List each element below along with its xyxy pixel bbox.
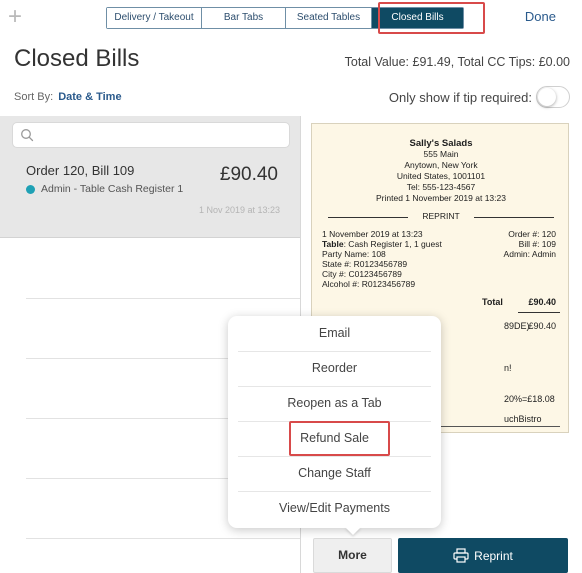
receipt-alcohol: Alcohol #: R0123456789 xyxy=(322,279,416,289)
search-bar xyxy=(0,116,300,154)
order-name: Order 120, Bill 109 xyxy=(26,163,135,178)
done-button[interactable]: Done xyxy=(525,9,556,24)
totals-summary: Total Value: £91.49, Total CC Tips: £0.0… xyxy=(344,55,570,69)
page-title: Closed Bills xyxy=(14,45,140,72)
status-dot-icon xyxy=(26,184,35,194)
receipt-order-no: Order #: 120 xyxy=(508,229,556,239)
tab-bar-tabs[interactable]: Bar Tabs xyxy=(202,8,286,28)
receipt-address2: Anytown, New York xyxy=(404,160,478,170)
menu-item-change-staff[interactable]: Change Staff xyxy=(228,456,441,491)
menu-caret xyxy=(345,527,361,535)
sort-by-value[interactable]: Date & Time xyxy=(58,91,121,103)
list-divider xyxy=(26,298,300,299)
search-input[interactable] xyxy=(12,122,290,148)
highlight-box-refund-sale xyxy=(289,421,390,456)
tip-filter-toggle[interactable] xyxy=(536,86,570,108)
receipt-reprint-banner: REPRINT xyxy=(328,211,554,223)
receipt-line-value: £90.40 xyxy=(528,321,556,331)
receipt-party: Party Name: 108 xyxy=(322,249,386,259)
receipt-admin: Admin: Admin xyxy=(503,249,556,259)
order-staff-text: Admin - Table Cash Register 1 xyxy=(41,183,184,195)
receipt-restaurant: Sally's Salads xyxy=(409,138,473,149)
add-icon[interactable]: + xyxy=(8,2,30,32)
receipt-address1: 555 Main xyxy=(423,149,459,159)
receipt-fragment-2: n! xyxy=(504,363,512,373)
order-amount: £90.40 xyxy=(219,164,278,185)
receipt-tel: Tel: 555-123-4567 xyxy=(406,182,476,192)
receipt-table-value: : Cash Register 1, 1 guest xyxy=(343,239,442,249)
receipt-bill-no: Bill #: 109 xyxy=(518,239,556,249)
order-date: 1 Nov 2019 at 13:23 xyxy=(198,205,280,215)
order-staff: Admin - Table Cash Register 1 xyxy=(26,183,183,195)
receipt-printed: Printed 1 November 2019 at 13:23 xyxy=(376,193,506,203)
highlight-box-closed-bills xyxy=(378,2,485,34)
toggle-knob xyxy=(538,88,556,106)
menu-item-reorder[interactable]: Reorder xyxy=(228,351,441,386)
receipt-total-value: £90.40 xyxy=(528,297,556,307)
menu-item-view-edit-payments[interactable]: View/Edit Payments xyxy=(228,491,441,526)
receipt-table: Table: Cash Register 1, 1 guest xyxy=(322,239,442,250)
list-divider xyxy=(26,538,300,539)
printer-icon xyxy=(453,548,469,563)
receipt-total-label: Total xyxy=(482,297,503,307)
receipt-reprint-label: REPRINT xyxy=(422,211,460,221)
tab-seated-tables[interactable]: Seated Tables xyxy=(286,8,372,28)
receipt-table-label: Table xyxy=(322,239,344,249)
tip-filter-label: Only show if tip required: xyxy=(388,90,532,105)
receipt-fragment-3: 20%=£18.08 xyxy=(504,394,555,404)
menu-item-email[interactable]: Email xyxy=(228,316,441,351)
receipt-address3: United States, 1001101 xyxy=(396,171,486,181)
more-button[interactable]: More xyxy=(313,538,392,573)
receipt-fragment-4: uchBistro xyxy=(504,414,542,424)
search-icon xyxy=(21,129,34,142)
reprint-label: Reprint xyxy=(474,548,513,563)
tab-delivery-takeout[interactable]: Delivery / Takeout xyxy=(107,8,202,28)
sort-by[interactable]: Sort By: Date & Time xyxy=(14,91,122,103)
sort-by-label: Sort By: xyxy=(14,91,54,103)
receipt-line-fragment: 89DE) xyxy=(504,321,530,331)
reprint-button[interactable]: Reprint xyxy=(398,538,568,573)
list-item[interactable]: Order 120, Bill 109 Admin - Table Cash R… xyxy=(0,154,300,238)
menu-item-reopen-as-tab[interactable]: Reopen as a Tab xyxy=(228,386,441,421)
receipt-city: City #: C0123456789 xyxy=(322,269,402,279)
receipt-total-rule xyxy=(518,312,560,313)
receipt-state: State #: R0123456789 xyxy=(322,259,408,269)
receipt-date: 1 November 2019 at 13:23 xyxy=(322,229,423,239)
